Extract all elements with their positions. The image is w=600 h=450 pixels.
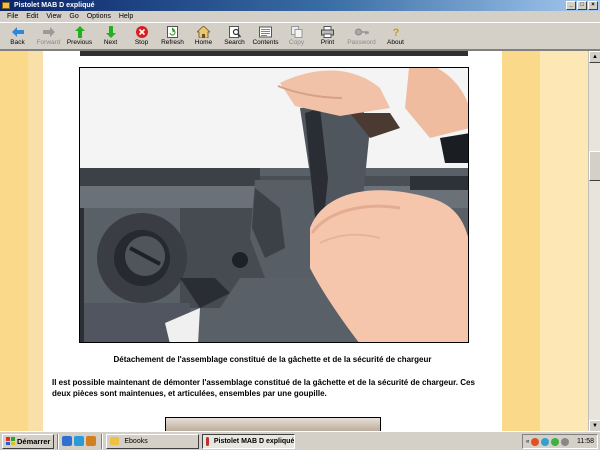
body-paragraph: Il est possible maintenant de démonter l…: [52, 378, 475, 398]
stop-icon: [135, 25, 149, 38]
maximize-button[interactable]: □: [577, 1, 587, 10]
forward-arrow-icon: [42, 25, 56, 38]
explorer-quicklaunch-icon[interactable]: [86, 436, 97, 446]
scroll-up-button[interactable]: ▲: [589, 51, 600, 63]
contents-button[interactable]: Contents: [250, 23, 281, 50]
previous-photo-edge: [80, 51, 468, 56]
page-viewport[interactable]: Détachement de l'assemblage constitué de…: [0, 50, 600, 431]
task-ebooks[interactable]: Ebooks: [106, 433, 200, 449]
next-photo-edge: [165, 417, 381, 431]
previous-arrow-icon: [73, 25, 87, 38]
menu-go[interactable]: Go: [65, 11, 82, 22]
right-page-margin: [540, 51, 588, 431]
password-button[interactable]: Password: [343, 23, 380, 50]
menu-options[interactable]: Options: [83, 11, 115, 22]
tray-security-icon[interactable]: [551, 437, 560, 446]
title-bar: Pistolet MAB D expliqué _ □ ×: [0, 0, 600, 11]
tray-app-icon[interactable]: [531, 437, 540, 446]
start-button[interactable]: Démarrer: [2, 433, 55, 449]
toolbar: Back Forward Previous Next Stop Refresh …: [0, 22, 600, 50]
next-button[interactable]: Next: [95, 23, 126, 50]
taskbar-separator: [101, 433, 104, 449]
task-pistolet-mab[interactable]: Pistolet MAB D expliqué: [202, 433, 296, 449]
about-icon: ?: [389, 25, 403, 38]
right-page-stripe: [502, 51, 540, 431]
menu-edit[interactable]: Edit: [22, 11, 42, 22]
system-tray: « 11:58: [522, 434, 598, 449]
copy-icon: [290, 25, 304, 38]
print-icon: [321, 25, 335, 38]
back-arrow-icon: [11, 25, 25, 38]
minimize-button[interactable]: _: [566, 1, 576, 10]
menu-help[interactable]: Help: [115, 11, 137, 22]
tray-volume-icon[interactable]: [561, 437, 570, 446]
taskbar-separator: [57, 433, 60, 449]
tray-network-icon[interactable]: [541, 437, 550, 446]
password-key-icon: [354, 25, 369, 38]
folder-icon: [110, 437, 120, 445]
back-button[interactable]: Back: [2, 23, 33, 50]
refresh-button[interactable]: Refresh: [157, 23, 188, 50]
photo-trigger-assembly: [79, 67, 469, 343]
stop-button[interactable]: Stop: [126, 23, 157, 50]
refresh-icon: [166, 25, 180, 38]
taskbar: Démarrer Ebooks Pistolet MAB D expliqué …: [0, 431, 600, 450]
home-icon: [197, 25, 211, 38]
window-controls: _ □ ×: [566, 1, 598, 10]
photo-caption: Détachement de l'assemblage constitué de…: [113, 355, 432, 364]
print-button[interactable]: Print: [312, 23, 343, 50]
left-page-stripe: [0, 51, 28, 431]
menu-bar: File Edit View Go Options Help: [0, 11, 600, 22]
vertical-scrollbar[interactable]: ▲ ▼: [588, 51, 600, 431]
scroll-thumb[interactable]: [589, 151, 600, 181]
copy-button[interactable]: Copy: [281, 23, 312, 50]
forward-button[interactable]: Forward: [33, 23, 64, 50]
contents-icon: [259, 25, 273, 38]
tray-expand-icon[interactable]: «: [526, 439, 529, 445]
about-button[interactable]: ? About: [380, 23, 411, 50]
menu-view[interactable]: View: [42, 11, 65, 22]
browser-quicklaunch-icon[interactable]: [74, 436, 85, 446]
windows-logo-icon: [6, 437, 15, 445]
next-arrow-icon: [104, 25, 118, 38]
close-button[interactable]: ×: [588, 1, 598, 10]
svg-text:?: ?: [392, 27, 399, 38]
help-book-icon: [206, 436, 209, 446]
app-icon: [2, 2, 10, 9]
desktop-quicklaunch-icon[interactable]: [62, 436, 73, 446]
window-title: Pistolet MAB D expliqué: [14, 2, 95, 9]
search-button[interactable]: Search: [219, 23, 250, 50]
menu-file[interactable]: File: [3, 11, 22, 22]
home-button[interactable]: Home: [188, 23, 219, 50]
clock[interactable]: 11:58: [577, 438, 597, 445]
scroll-down-button[interactable]: ▼: [589, 420, 600, 431]
search-icon: [228, 25, 242, 38]
previous-button[interactable]: Previous: [64, 23, 95, 50]
